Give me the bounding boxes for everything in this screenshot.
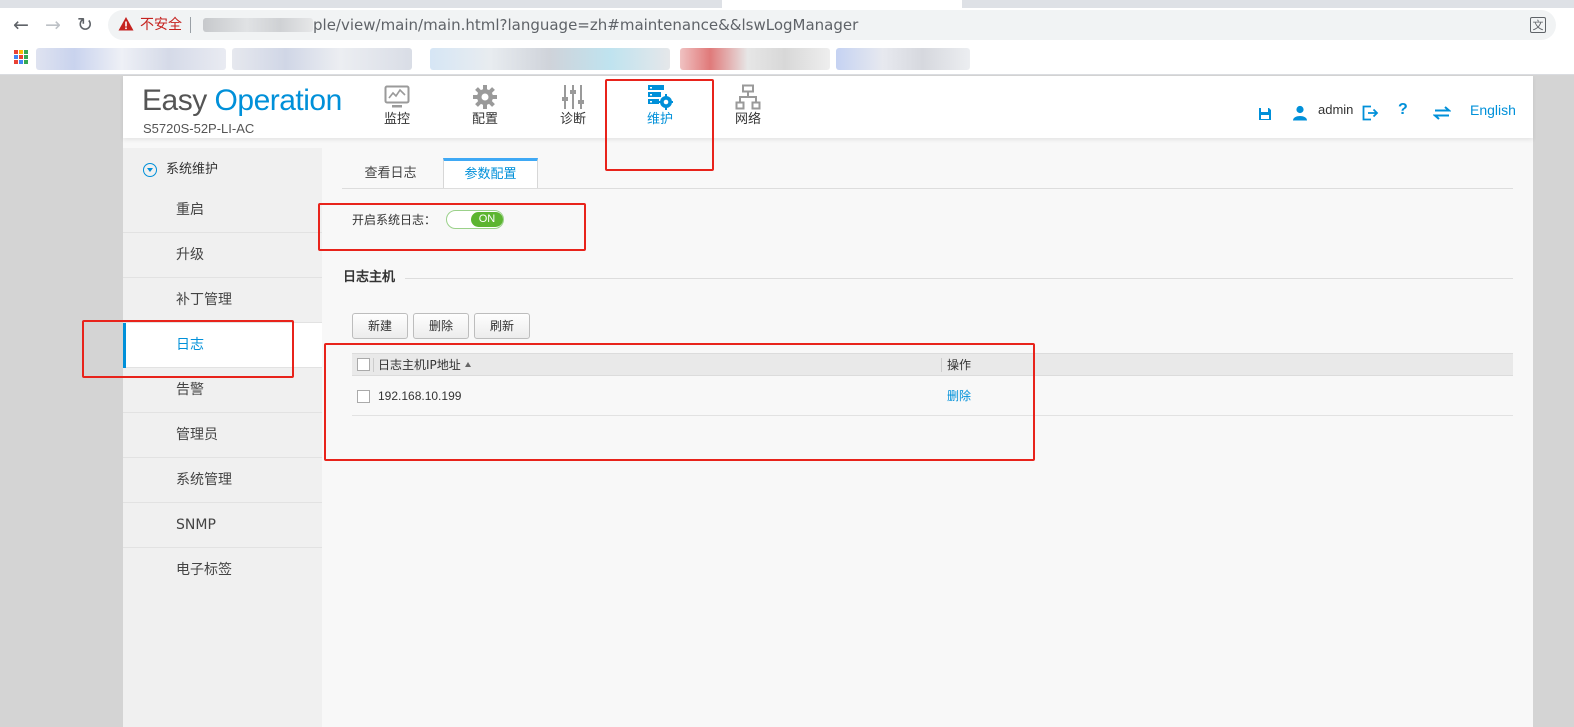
bookmark-redacted[interactable] [232,48,412,70]
sidebar-item-elabel[interactable]: 电子标签 [123,548,322,593]
annotation-box-maintenance [605,79,714,171]
sidebar-item-reboot[interactable]: 重启 [123,188,322,233]
sidebar-group-label: 系统维护 [166,162,219,177]
language-link[interactable]: English [1470,100,1516,120]
annotation-box-table [324,343,1035,461]
bookmark-redacted[interactable] [680,48,830,70]
tab-param-config[interactable]: 参数配置 [443,158,538,189]
address-bar[interactable]: 不安全 ple/view/main/main.html?language=zh#… [108,10,1556,40]
section-title-log-host: 日志主机 [343,270,396,285]
bookmark-redacted[interactable] [36,48,226,70]
nav-label: 监控 [383,112,410,127]
logo: Easy Operation [142,84,342,117]
collapse-icon [143,163,157,177]
nav-label: 网络 [734,112,761,127]
omnibox-separator [190,17,191,33]
help-icon[interactable]: ? [1398,100,1408,120]
nav-diagnose[interactable]: 诊断 [543,82,603,136]
delete-button[interactable]: 删除 [413,313,469,339]
sidebar-item-patch[interactable]: 补丁管理 [123,278,322,323]
user-icon [1293,105,1307,121]
refresh-button[interactable]: 刷新 [474,313,530,339]
bookmark-redacted[interactable] [430,48,670,70]
apps-icon[interactable] [14,50,28,64]
sidebar-item-snmp[interactable]: SNMP [123,503,322,548]
nav-label: 诊断 [559,112,586,127]
nav-config[interactable]: 配置 [455,82,515,136]
switch-language-icon[interactable] [1433,103,1451,123]
nav-label: 配置 [471,112,498,127]
nav-network[interactable]: 网络 [718,82,778,136]
sidebar-item-system-management[interactable]: 系统管理 [123,458,322,503]
nav-monitor[interactable]: 监控 [367,82,427,136]
bookmarks-bar [0,42,1574,75]
browser-tabstrip [0,0,1574,8]
back-icon[interactable]: ← [8,12,34,38]
annotation-box-syslog [318,203,586,251]
browser-active-tab[interactable] [722,0,962,8]
device-model: S5720S-52P-LI-AC [143,121,255,136]
sidebar-item-upgrade[interactable]: 升级 [123,233,322,278]
url-text[interactable]: ple/view/main/main.html?language=zh#main… [313,16,858,34]
browser-toolbar: ← → ↻ 不安全 ple/view/main/main.html?langua… [0,8,1574,42]
gear-icon [473,85,497,109]
sliders-icon [562,85,584,109]
new-button[interactable]: 新建 [352,313,408,339]
warning-icon [118,17,134,31]
section-divider [405,278,1513,279]
annotation-box-log-menu [82,320,294,378]
username[interactable]: admin [1318,100,1353,120]
tab-view-log[interactable]: 查看日志 [343,158,438,189]
translate-icon[interactable]: 文 [1530,17,1546,33]
url-redacted [203,18,313,32]
reload-icon[interactable]: ↻ [72,12,98,38]
sidebar: 系统维护 重启 升级 补丁管理 日志 告警 管理员 系统管理 SNMP 电子标签 [123,148,322,727]
logout-icon[interactable] [1362,103,1379,123]
insecure-label[interactable]: 不安全 [140,16,182,34]
monitor-icon [384,85,410,108]
app-header: Easy Operation S5720S-52P-LI-AC 监控 配置 诊断… [123,76,1533,138]
tab-divider [342,188,1513,189]
network-icon [735,84,761,110]
sidebar-item-admin[interactable]: 管理员 [123,413,322,458]
save-icon[interactable] [1258,104,1272,124]
bookmark-redacted[interactable] [836,48,970,70]
forward-icon[interactable]: → [40,12,66,38]
